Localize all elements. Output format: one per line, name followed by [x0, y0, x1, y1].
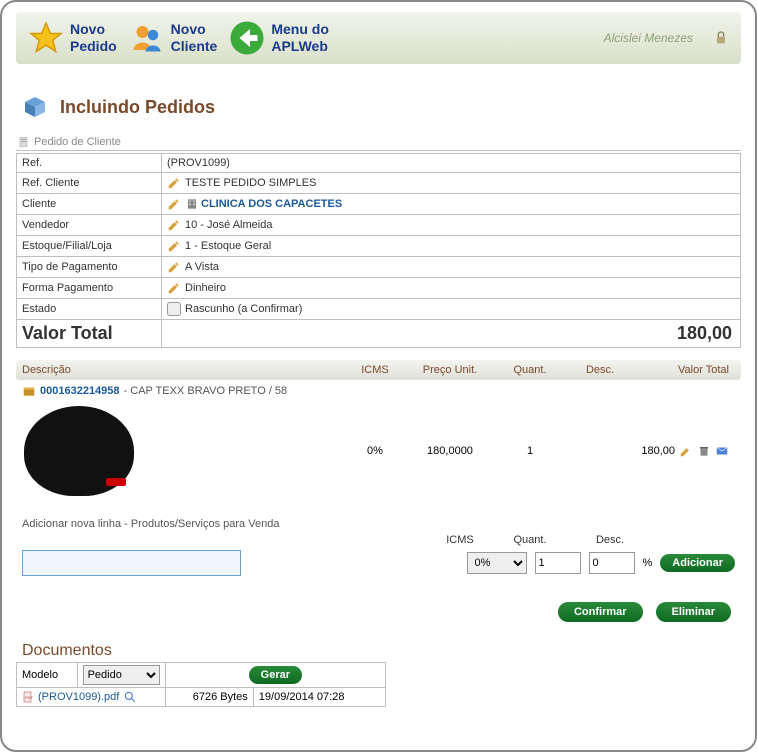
- cube-icon: [20, 92, 50, 122]
- product-code-link[interactable]: 0001632214958: [40, 385, 120, 397]
- product-name: - CAP TEXX BRAVO PRETO / 58: [124, 385, 288, 397]
- menu-aplweb-button[interactable]: Menu do APLWeb: [229, 20, 329, 56]
- pdf-icon: PDF: [22, 690, 34, 704]
- estado-label: Estado: [17, 299, 162, 320]
- modelo-select[interactable]: Pedido: [83, 665, 160, 685]
- gerar-button[interactable]: Gerar: [249, 666, 302, 684]
- section-label: Pedido de Cliente: [16, 134, 741, 151]
- tipopag-value: A Vista: [185, 261, 219, 273]
- top-toolbar: Novo Pedido Novo Cliente Menu do APLWeb …: [16, 12, 741, 64]
- pencil-icon[interactable]: [167, 218, 181, 232]
- refcli-value: TESTE PEDIDO SIMPLES: [185, 177, 316, 189]
- line-qt: 1: [495, 445, 565, 457]
- vendedor-label: Vendedor: [17, 215, 162, 236]
- building-icon: [185, 197, 199, 211]
- pencil-icon[interactable]: [167, 260, 181, 274]
- draft-status-icon: [167, 302, 181, 316]
- hdr-qt: Quant.: [495, 364, 565, 376]
- adicionar-button[interactable]: Adicionar: [660, 554, 735, 572]
- estoque-value: 1 - Estoque Geral: [185, 240, 271, 252]
- doc-file-link[interactable]: (PROV1099).pdf: [38, 691, 119, 703]
- modelo-label: Modelo: [17, 663, 78, 688]
- novo-cliente-button[interactable]: Novo Cliente: [129, 20, 218, 56]
- ref-label: Ref.: [17, 154, 162, 173]
- novo-cliente-label: Novo Cliente: [171, 21, 218, 55]
- addline-product-input[interactable]: [22, 550, 241, 576]
- line-pu: 180,0000: [405, 445, 495, 457]
- pencil-icon[interactable]: [167, 176, 181, 190]
- pencil-icon[interactable]: [167, 239, 181, 253]
- cliente-link[interactable]: CLINICA DOS CAPACETES: [201, 198, 342, 210]
- pencil-icon[interactable]: [167, 281, 181, 295]
- estoque-label: Estoque/Filial/Loja: [17, 236, 162, 257]
- order-details-table: Ref. (PROV1099) Ref. Cliente TESTE PEDID…: [16, 153, 741, 348]
- star-icon: [28, 20, 64, 56]
- formapag-value: Dinheiro: [185, 282, 226, 294]
- hdr-vt: Valor Total: [635, 364, 735, 376]
- novo-pedido-label: Novo Pedido: [70, 21, 117, 55]
- estado-value: Rascunho (a Confirmar): [185, 303, 302, 315]
- menu-aplweb-label: Menu do APLWeb: [271, 21, 329, 55]
- formapag-label: Forma Pagamento: [17, 278, 162, 299]
- vendedor-value: 10 - José Almeida: [185, 219, 272, 231]
- pencil-icon[interactable]: [167, 197, 181, 211]
- edit-line-icon[interactable]: [679, 444, 693, 458]
- line-vt: 180,00: [641, 445, 675, 457]
- product-image: [24, 406, 134, 496]
- addline-label: Adicionar nova linha - Produtos/Serviços…: [16, 504, 741, 534]
- line-item: 0001632214958 - CAP TEXX BRAVO PRETO / 5…: [16, 380, 741, 504]
- delete-line-icon[interactable]: [697, 444, 711, 458]
- doc-file-size: 6726 Bytes: [165, 688, 253, 707]
- total-label: Valor Total: [17, 320, 162, 348]
- hdr-desc: Descrição: [22, 364, 345, 376]
- addline-desc-input[interactable]: [589, 552, 635, 574]
- documentos-table: Modelo Pedido Gerar PDF (PROV1099).pdf 6…: [16, 662, 386, 707]
- line-icms: 0%: [345, 445, 405, 457]
- hdr-icms: ICMS: [345, 364, 405, 376]
- refcli-label: Ref. Cliente: [17, 173, 162, 194]
- doc-file-date: 19/09/2014 07:28: [253, 688, 385, 707]
- mail-line-icon[interactable]: [715, 444, 729, 458]
- lines-header: Descrição ICMS Preço Unit. Quant. Desc. …: [16, 360, 741, 380]
- eliminar-button[interactable]: Eliminar: [656, 602, 731, 622]
- addline-hdr-dc: Desc.: [565, 534, 655, 546]
- pct-label: %: [643, 557, 653, 569]
- cliente-label: Cliente: [17, 194, 162, 215]
- novo-pedido-button[interactable]: Novo Pedido: [28, 20, 117, 56]
- svg-text:PDF: PDF: [25, 695, 34, 700]
- addline-icms-select[interactable]: 0%: [467, 552, 527, 574]
- confirmar-button[interactable]: Confirmar: [558, 602, 643, 622]
- current-user-label: Alcislei Menezes: [604, 31, 693, 45]
- hdr-pu: Preço Unit.: [405, 364, 495, 376]
- box-icon: [22, 384, 36, 398]
- page-title: Incluindo Pedidos: [60, 97, 215, 118]
- back-arrow-icon: [229, 20, 265, 56]
- addline-qty-input[interactable]: [535, 552, 581, 574]
- magnifier-icon[interactable]: [123, 690, 137, 704]
- addline-hdr-qt: Quant.: [495, 534, 565, 546]
- users-icon: [129, 20, 165, 56]
- documentos-title: Documentos: [22, 642, 741, 660]
- lock-icon[interactable]: [713, 30, 729, 46]
- hdr-dc: Desc.: [565, 364, 635, 376]
- ref-value: (PROV1099): [162, 154, 741, 173]
- tipopag-label: Tipo de Pagamento: [17, 257, 162, 278]
- addline-hdr-icms: ICMS: [425, 534, 495, 546]
- total-value: 180,00: [162, 320, 741, 348]
